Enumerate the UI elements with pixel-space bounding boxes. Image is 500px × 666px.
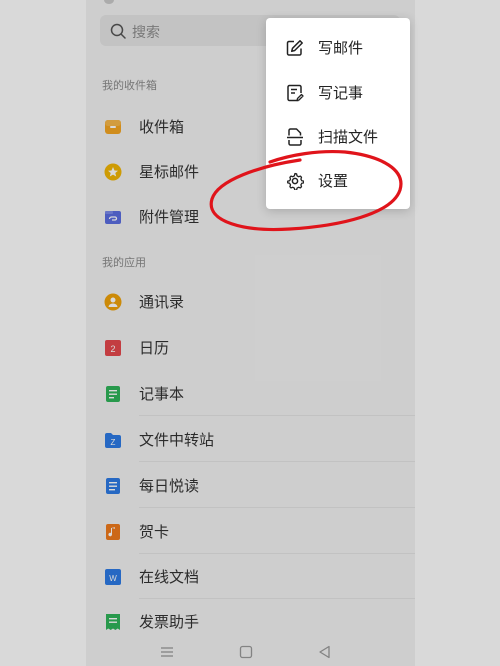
scan-icon (287, 128, 303, 146)
menu-item-write-note[interactable]: 写记事 (266, 71, 410, 115)
dim-overlay[interactable] (0, 0, 500, 666)
menu-item-label: 扫描文件 (318, 128, 379, 146)
note-icon (287, 84, 304, 102)
menu-item-compose-mail[interactable]: 写邮件 (266, 26, 410, 70)
menu-item-scan-file[interactable]: 扫描文件 (266, 115, 410, 159)
menu-item-settings[interactable]: 设置 (266, 159, 410, 203)
compose-icon (286, 40, 303, 56)
gear-icon (287, 172, 304, 190)
menu-item-label: 写记事 (318, 84, 364, 102)
menu-item-label: 写邮件 (318, 39, 364, 57)
menu-item-label: 设置 (318, 172, 349, 190)
popup-menu: 写邮件 写记事 扫描文件 设置 (266, 18, 410, 209)
